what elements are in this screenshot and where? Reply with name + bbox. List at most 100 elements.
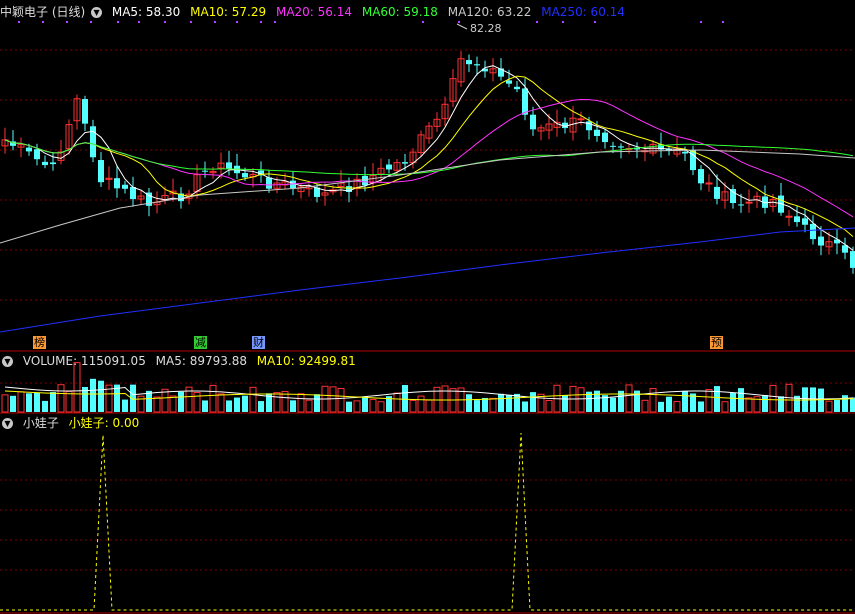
signal-dot [138, 21, 140, 23]
volume-bar [57, 384, 65, 413]
candle-body [266, 177, 272, 189]
volume-bar [721, 401, 729, 413]
volume-bar [522, 401, 528, 412]
volume-bar [65, 390, 73, 413]
candle-body [362, 175, 368, 186]
event-tag-jian[interactable]: 减 [194, 336, 207, 349]
candle-body [202, 170, 208, 172]
volume-bar [346, 401, 352, 412]
candle-body [610, 145, 616, 147]
volume-bar [649, 388, 657, 413]
candle-body [122, 184, 128, 189]
volume-legend: ▼ VOLUME: 115091.05 MA5: 89793.88 MA10: … [0, 353, 362, 369]
volume-ma10-label: MA10: 92499.81 [256, 354, 356, 368]
volume-bar [234, 397, 240, 412]
volume-bar [98, 380, 104, 412]
indicator-name: 小娃子 [22, 416, 59, 430]
candle-body [402, 162, 408, 164]
candle-body [530, 114, 536, 130]
volume-bar [314, 394, 320, 412]
candle-body [577, 118, 585, 121]
candle-body [114, 178, 120, 189]
signal-dot [458, 21, 460, 23]
event-tag-cai[interactable]: 财 [252, 336, 265, 349]
volume-bar [50, 392, 56, 412]
volume-bar [305, 399, 313, 413]
volume-bar [682, 391, 688, 412]
volume-bar [362, 396, 368, 412]
volume-bar [377, 401, 385, 413]
volume-bar [425, 399, 433, 413]
volume-bar [146, 390, 152, 412]
candle-body [386, 164, 392, 170]
volume-bar [762, 395, 768, 412]
volume-bar [161, 388, 169, 413]
volume-ma5-label: MA5: 89793.88 [155, 354, 247, 368]
candle-body [466, 60, 472, 65]
ma10-label: MA10: 57.29 [190, 5, 267, 19]
candle-body [34, 149, 40, 160]
volume-bar [1, 394, 9, 413]
candle-body [850, 251, 855, 268]
volume-bar [466, 394, 472, 412]
signal-dot [90, 21, 92, 23]
price-legend: 中颖电子 (日线) ▼ MA5: 58.30 MA10: 57.29 MA20:… [0, 4, 631, 20]
chevron-down-icon[interactable]: ▼ [91, 7, 103, 18]
volume-bar [73, 362, 81, 413]
signal-dot [214, 21, 216, 23]
volume-bar [641, 399, 649, 413]
candle-body [522, 88, 528, 115]
candle-body [810, 223, 816, 240]
peak-pointer [456, 23, 468, 30]
volume-bar [825, 400, 833, 413]
ma5-label: MA5: 58.30 [111, 5, 181, 19]
candle-body [794, 216, 800, 223]
volume-bar [217, 393, 225, 413]
chevron-down-icon[interactable]: ▼ [2, 356, 13, 367]
volume-bar [577, 387, 585, 413]
volume-bar [506, 394, 512, 412]
volume-bar [498, 393, 504, 412]
candle-body [785, 215, 793, 218]
stock-chart[interactable] [0, 0, 855, 614]
signal-dot [164, 21, 166, 23]
volume-bar [625, 384, 633, 413]
signal-dot [274, 21, 276, 23]
event-tag-bang[interactable]: 榜 [33, 336, 46, 349]
candle-body [82, 99, 88, 124]
signal-dot [722, 21, 724, 23]
candle-body [26, 147, 32, 152]
volume-bar [258, 401, 264, 412]
volume-bar [441, 385, 449, 413]
signal-dot [66, 21, 68, 23]
event-tag-yu[interactable]: 预 [710, 336, 723, 349]
volume-bar [42, 400, 48, 412]
volume-bar [778, 396, 784, 412]
volume-bar [417, 395, 425, 413]
volume-bar [17, 391, 25, 413]
volume-bar [249, 386, 257, 413]
volume-bar [482, 397, 488, 412]
candle-body [130, 187, 136, 200]
signal-dot [190, 21, 192, 23]
chevron-down-icon[interactable]: ▼ [2, 418, 13, 429]
signal-dot [236, 21, 238, 23]
signal-dot [562, 21, 564, 23]
signal-dot [422, 21, 424, 23]
volume-bar [402, 385, 408, 412]
volume-bar [474, 400, 480, 412]
volume-bar [226, 400, 232, 412]
candle-body [802, 218, 808, 225]
peak-price-label: 82.28 [470, 22, 502, 35]
candle-body [682, 151, 688, 154]
ma120-line [0, 149, 855, 244]
indicator-legend: ▼ 小娃子 小娃子: 0.00 [0, 415, 145, 431]
volume-bar [730, 392, 736, 412]
ma120-label: MA120: 63.22 [447, 5, 532, 19]
volume-bar [673, 401, 681, 413]
volume-bar [545, 399, 553, 413]
ma20-line [4, 98, 854, 218]
ma20-label: MA20: 56.14 [275, 5, 353, 19]
candle-body [738, 204, 744, 206]
ma60-line [4, 139, 854, 176]
